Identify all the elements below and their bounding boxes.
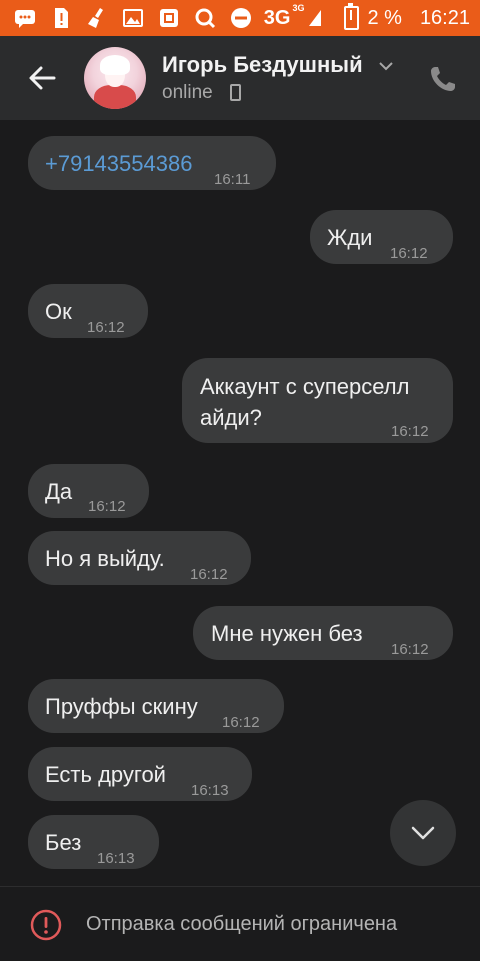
- message-text: Но я выйду.: [45, 546, 165, 571]
- clock: 16:21: [419, 6, 470, 29]
- scroll-down-button[interactable]: [390, 800, 456, 866]
- notification-icons: [14, 7, 252, 29]
- status-right: 3G 3G 2 % 16:21: [264, 0, 470, 36]
- message-time: 16:12: [391, 423, 429, 440]
- signal-icon: [309, 10, 322, 26]
- message-text: Ок: [45, 299, 72, 324]
- message-time: 16:11: [214, 171, 251, 188]
- app-icon: [160, 9, 178, 27]
- message-incoming[interactable]: Ок 16:12: [28, 284, 148, 338]
- message-incoming[interactable]: Есть другой 16:13: [28, 747, 252, 801]
- restriction-text: Отправка сообщений ограничена: [86, 913, 398, 935]
- message-outgoing[interactable]: Аккаунт с суперселл айди? 16:12: [182, 358, 453, 443]
- message-incoming[interactable]: +79143554386 16:11: [28, 136, 276, 190]
- chevron-down-icon[interactable]: [378, 58, 394, 74]
- gallery-icon: [123, 9, 143, 27]
- messages-icon: [15, 10, 35, 28]
- message-time: 16:12: [88, 498, 126, 515]
- do-not-disturb-icon: [231, 8, 251, 28]
- phone-icon[interactable]: [428, 64, 458, 94]
- online-status: online: [162, 82, 213, 103]
- battery-icon: [344, 3, 360, 30]
- battery-level: 2 %: [367, 6, 402, 29]
- message-incoming[interactable]: Пруффы скину 16:12: [28, 679, 284, 733]
- message-incoming[interactable]: Да 16:12: [28, 464, 149, 518]
- messaging-restricted-bar: Отправка сообщений ограничена: [0, 886, 480, 961]
- mobile-device-icon: [230, 84, 241, 101]
- message-text: Жди: [327, 225, 373, 250]
- message-text-line1: Аккаунт с суперселл: [200, 374, 410, 399]
- message-time: 16:12: [222, 714, 260, 731]
- message-time: 16:13: [191, 782, 229, 799]
- message-time: 16:12: [190, 566, 228, 583]
- message-time: 16:12: [390, 245, 428, 262]
- message-text-line2: айди?: [200, 405, 262, 430]
- sim-alert-icon: [55, 8, 68, 28]
- message-time: 16:12: [87, 319, 125, 336]
- message-outgoing[interactable]: Жди 16:12: [310, 210, 453, 264]
- search-q-icon: [195, 8, 216, 29]
- alert-circle-icon: [30, 909, 62, 941]
- chevron-down-icon: [411, 826, 435, 840]
- message-text: Мне нужен без: [211, 621, 363, 646]
- network-type: 3G 3G: [263, 2, 305, 29]
- status-bar: 3G 3G 2 % 16:21: [0, 0, 480, 36]
- arrow-left-icon[interactable]: [26, 62, 58, 94]
- avatar[interactable]: [84, 47, 146, 109]
- message-text: Пруффы скину: [45, 694, 198, 719]
- message-text: Без: [45, 830, 82, 855]
- message-incoming[interactable]: Но я выйду. 16:12: [28, 531, 251, 585]
- chat-header: Игорь Бездушный online: [0, 36, 480, 120]
- message-time: 16:12: [391, 641, 429, 658]
- contact-name[interactable]: Игорь Бездушный: [162, 52, 363, 78]
- message-outgoing[interactable]: Мне нужен без 16:12: [193, 606, 453, 660]
- message-text[interactable]: +79143554386: [45, 149, 192, 178]
- message-text: Есть другой: [45, 762, 166, 787]
- message-time: 16:13: [97, 850, 135, 867]
- cleaner-icon: [88, 8, 103, 28]
- message-incoming[interactable]: Без 16:13: [28, 815, 159, 869]
- message-text: Да: [45, 479, 73, 504]
